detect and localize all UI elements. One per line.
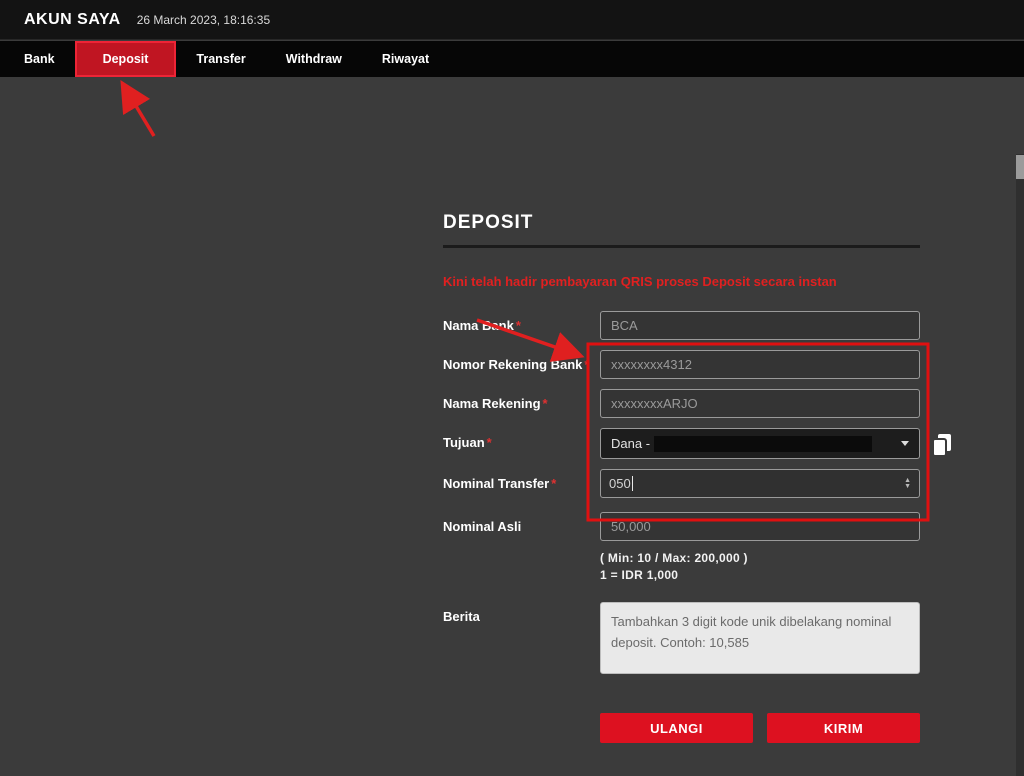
required-asterisk: * <box>543 396 548 411</box>
nominal-asli-label: Nominal Asli <box>443 512 600 541</box>
nominal-transfer-input[interactable]: 050 ▲▼ <box>600 469 920 498</box>
nominal-asli-label-text: Nominal Asli <box>443 519 521 534</box>
main-nav: Bank Deposit Transfer Withdraw Riwayat <box>0 41 1024 77</box>
tujuan-selected-value: Dana - <box>611 436 650 451</box>
rate-hint: 1 = IDR 1,000 <box>600 568 678 582</box>
copy-icon[interactable] <box>930 432 954 464</box>
qris-notice: Kini telah hadir pembayaran QRIS proses … <box>443 274 920 289</box>
row-berita: Berita Tambahkan 3 digit kode unik dibel… <box>443 602 920 679</box>
nomor-rekening-label-text: Nomor Rekening Bank <box>443 357 582 372</box>
row-nominal-asli: Nominal Asli <box>443 512 920 541</box>
kirim-button[interactable]: KIRIM <box>767 713 920 743</box>
page-title: AKUN SAYA <box>24 11 121 29</box>
nama-rekening-label-text: Nama Rekening <box>443 396 541 411</box>
rate-hint-row: 1 = IDR 1,000 <box>443 568 920 582</box>
scrollbar-track[interactable] <box>1016 154 1024 776</box>
nominal-transfer-label: Nominal Transfer* <box>443 469 600 498</box>
required-asterisk: * <box>516 318 521 333</box>
nav-item-deposit[interactable]: Deposit <box>75 41 177 77</box>
text-cursor <box>632 476 633 491</box>
row-nominal-transfer: Nominal Transfer* 050 ▲▼ <box>443 469 920 498</box>
ulangi-button[interactable]: ULANGI <box>600 713 753 743</box>
nama-rekening-input[interactable] <box>600 389 920 418</box>
tujuan-label-text: Tujuan <box>443 435 485 450</box>
nomor-rekening-label: Nomor Rekening Bank* <box>443 350 600 379</box>
redaction-bar <box>654 436 872 452</box>
deposit-form: DEPOSIT Kini telah hadir pembayaran QRIS… <box>443 212 920 743</box>
berita-textarea[interactable]: Tambahkan 3 digit kode unik dibelakang n… <box>600 602 920 674</box>
nominal-asli-input[interactable] <box>600 512 920 541</box>
tujuan-select[interactable]: Dana - <box>600 428 920 459</box>
chevron-down-icon <box>901 441 909 446</box>
min-max-hint: ( Min: 10 / Max: 200,000 ) <box>600 551 748 565</box>
nav-item-withdraw[interactable]: Withdraw <box>266 41 362 77</box>
nomor-rekening-input[interactable] <box>600 350 920 379</box>
row-tujuan: Tujuan* Dana - <box>443 428 920 459</box>
required-asterisk: * <box>551 476 556 491</box>
min-max-hint-row: ( Min: 10 / Max: 200,000 ) <box>443 551 920 565</box>
row-nama-bank: Nama Bank* <box>443 311 920 340</box>
title-divider <box>443 245 920 248</box>
row-nama-rekening: Nama Rekening* <box>443 389 920 418</box>
berita-label: Berita <box>443 602 600 624</box>
nav-item-transfer[interactable]: Transfer <box>176 41 265 77</box>
tujuan-label: Tujuan* <box>443 428 600 459</box>
nav-item-bank[interactable]: Bank <box>4 41 75 77</box>
nama-rekening-label: Nama Rekening* <box>443 389 600 418</box>
nominal-transfer-label-text: Nominal Transfer <box>443 476 549 491</box>
nav-item-riwayat[interactable]: Riwayat <box>362 41 449 77</box>
nama-bank-label-text: Nama Bank <box>443 318 514 333</box>
content-area: DEPOSIT Kini telah hadir pembayaran QRIS… <box>0 77 1024 699</box>
berita-label-text: Berita <box>443 609 480 624</box>
nama-bank-input[interactable] <box>600 311 920 340</box>
required-asterisk: * <box>487 435 492 450</box>
top-bar: AKUN SAYA 26 March 2023, 18:16:35 <box>0 0 1024 40</box>
number-stepper-icon[interactable]: ▲▼ <box>904 478 911 490</box>
row-nomor-rekening: Nomor Rekening Bank* <box>443 350 920 379</box>
nama-bank-label: Nama Bank* <box>443 311 600 340</box>
form-actions: ULANGI KIRIM <box>443 713 920 743</box>
required-asterisk: * <box>584 357 589 372</box>
form-title: DEPOSIT <box>443 212 920 234</box>
nominal-transfer-value: 050 <box>609 476 631 491</box>
timestamp: 26 March 2023, 18:16:35 <box>137 13 270 27</box>
scrollbar-thumb[interactable] <box>1016 155 1024 179</box>
